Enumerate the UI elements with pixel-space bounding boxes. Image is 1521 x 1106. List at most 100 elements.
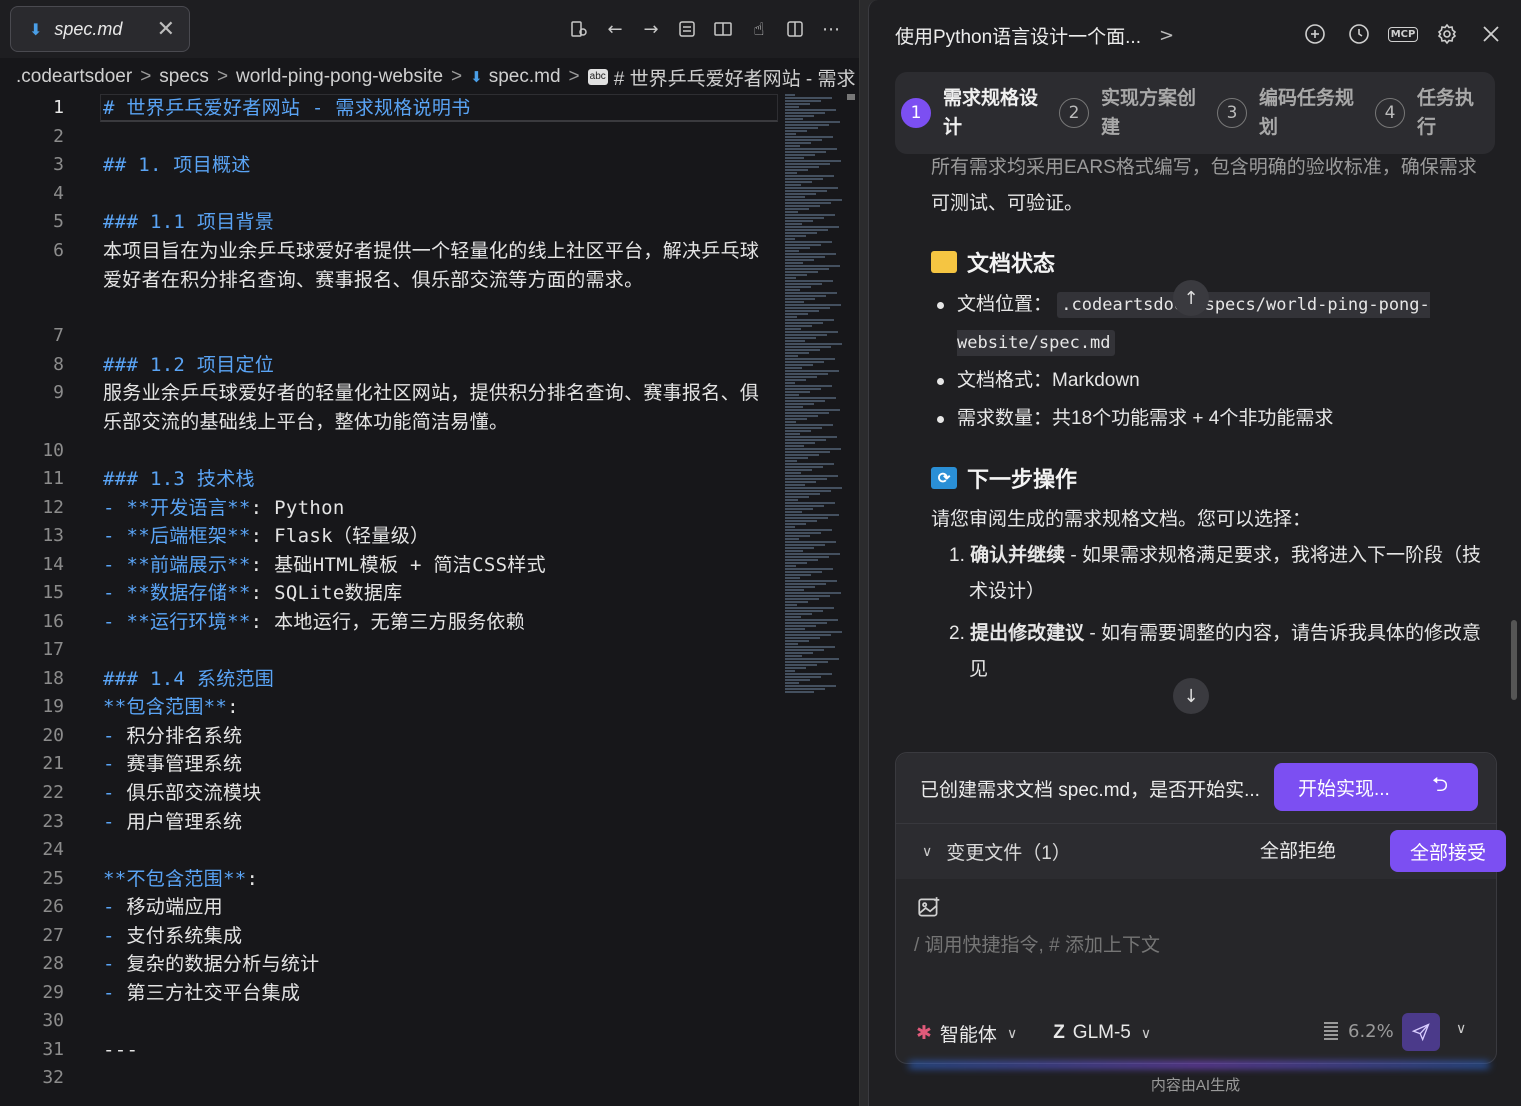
minimap-line bbox=[785, 394, 799, 396]
step-execute[interactable]: 4 任务执行 bbox=[1375, 84, 1485, 142]
accept-all-button[interactable]: 全部接受 bbox=[1390, 830, 1506, 872]
code-line[interactable]: 6 本项目旨在为业余乒乓球爱好者提供一个轻量化的线上社区平台，解决乒乓球爱好者在积… bbox=[0, 237, 780, 291]
start-implementation-button[interactable]: 开始实现... ⮌ bbox=[1274, 763, 1478, 811]
agent-selector[interactable]: ✱ 智能体 ∨ bbox=[916, 1020, 1017, 1047]
step-tasks[interactable]: 3 编码任务规划 bbox=[1217, 84, 1375, 142]
history-icon[interactable] bbox=[1346, 18, 1372, 50]
code-line[interactable]: 19 **包含范围**: bbox=[0, 693, 780, 721]
code-line[interactable]: 10 bbox=[0, 437, 780, 465]
minimap-line bbox=[785, 265, 840, 267]
chevron-down-icon[interactable]: ∨ bbox=[922, 844, 932, 860]
code-line[interactable]: 31 --- bbox=[0, 1036, 780, 1064]
breadcrumb-item[interactable]: world-ping-pong-website bbox=[236, 66, 443, 88]
symbol-string-icon: abc bbox=[587, 69, 608, 85]
breadcrumb-item[interactable]: # 世界乒乓爱好者网站 - 需求 bbox=[614, 64, 856, 91]
minimap-line bbox=[785, 187, 838, 189]
minimap-line bbox=[785, 457, 808, 459]
minimap-line bbox=[785, 286, 811, 288]
chevron-right-icon[interactable]: > bbox=[1159, 25, 1174, 46]
split-editor-icon[interactable] bbox=[784, 14, 806, 44]
model-selector[interactable]: Z GLM-5 ∨ bbox=[1053, 1022, 1151, 1044]
scroll-down-button[interactable]: ↓ bbox=[1173, 678, 1209, 714]
code-line[interactable]: 22 - 俱乐部交流模块 bbox=[0, 779, 780, 807]
code-line[interactable]: 24 bbox=[0, 836, 780, 864]
minimap[interactable] bbox=[785, 94, 845, 704]
more-icon[interactable]: ⋯ bbox=[820, 14, 842, 44]
minimap-line bbox=[785, 646, 835, 648]
breadcrumb-item[interactable]: specs bbox=[159, 66, 209, 88]
code-line[interactable]: 26 - 移动端应用 bbox=[0, 893, 780, 921]
code-line[interactable]: 13 - **后端框架**: Flask（轻量级） bbox=[0, 522, 780, 550]
breadcrumb-item[interactable]: spec.md bbox=[489, 66, 561, 88]
minimap-line bbox=[785, 337, 816, 339]
code-line[interactable]: 16 - **运行环境**: 本地运行，无第三方服务依赖 bbox=[0, 608, 780, 636]
step-design[interactable]: 2 实现方案创建 bbox=[1059, 84, 1217, 142]
code-line[interactable]: 15 - **数据存储**: SQLite数据库 bbox=[0, 579, 780, 607]
compare-icon[interactable] bbox=[568, 14, 590, 44]
code-line[interactable]: 29 - 第三方社交平台集成 bbox=[0, 979, 780, 1007]
chevron-down-icon[interactable]: ∨ bbox=[1456, 1021, 1466, 1037]
minimap-line bbox=[785, 637, 820, 639]
minimap-line bbox=[785, 145, 800, 147]
code-line[interactable]: 28 - 复杂的数据分析与统计 bbox=[0, 950, 780, 978]
breadcrumb-item[interactable]: .codeartsdoer bbox=[16, 66, 132, 88]
code-line[interactable]: 5 ### 1.1 项目背景 bbox=[0, 208, 780, 236]
code-line[interactable]: 4 bbox=[0, 180, 780, 208]
image-upload-icon[interactable] bbox=[916, 895, 944, 923]
code-line[interactable]: 11 ### 1.3 技术栈 bbox=[0, 465, 780, 493]
changed-files-label[interactable]: 变更文件（1） bbox=[946, 838, 1071, 865]
code-text: ### 1.4 系统范围 bbox=[103, 668, 275, 690]
code-line[interactable]: 12 - **开发语言**: Python bbox=[0, 494, 780, 522]
code-line[interactable]: 23 - 用户管理系统 bbox=[0, 808, 780, 836]
outline-icon[interactable] bbox=[676, 14, 698, 44]
editor-tab-spec[interactable]: ⬇ spec.md ✕ bbox=[10, 6, 190, 52]
scrollbar[interactable] bbox=[847, 94, 855, 100]
minimap-line bbox=[785, 130, 807, 132]
minimap-line bbox=[785, 274, 807, 276]
line-number: 2 bbox=[53, 126, 64, 147]
new-chat-icon[interactable] bbox=[1302, 18, 1328, 50]
step-number: 2 bbox=[1059, 98, 1089, 128]
code-line[interactable]: 27 - 支付系统集成 bbox=[0, 922, 780, 950]
code-line[interactable]: 30 bbox=[0, 1007, 780, 1035]
minimap-line bbox=[785, 169, 808, 171]
preview-icon[interactable] bbox=[712, 14, 734, 44]
scrollbar[interactable] bbox=[1511, 620, 1517, 700]
workflow-steps: 1 需求规格设计 2 实现方案创建 3 编码任务规划 4 任务执行 bbox=[895, 72, 1495, 154]
reject-all-button[interactable]: 全部拒绝 bbox=[1260, 836, 1336, 863]
hand-pointer-icon[interactable]: ☝ bbox=[748, 14, 770, 44]
code-line[interactable]: 9 服务业余乒乓球爱好者的轻量化社区网站，提供积分排名查询、赛事报名、俱乐部交流的… bbox=[0, 379, 780, 433]
section-title: 文档状态 bbox=[931, 246, 1496, 278]
minimap-line bbox=[785, 250, 799, 252]
code-line[interactable]: 20 - 积分排名系统 bbox=[0, 722, 780, 750]
code-line[interactable]: 25 **不包含范围**: bbox=[0, 865, 780, 893]
code-line[interactable]: 7 bbox=[0, 322, 780, 350]
minimap-line bbox=[785, 418, 807, 420]
code-line[interactable]: 2 bbox=[0, 123, 780, 151]
step-requirements[interactable]: 1 需求规格设计 bbox=[901, 84, 1059, 142]
close-icon[interactable]: ✕ bbox=[157, 17, 175, 42]
arrow-right-icon[interactable]: → bbox=[640, 14, 662, 44]
code-line[interactable]: 17 bbox=[0, 636, 780, 664]
minimap-line bbox=[785, 121, 840, 123]
code-line[interactable]: 3 ## 1. 项目概述 bbox=[0, 151, 780, 179]
gear-icon[interactable] bbox=[1434, 18, 1460, 50]
minimap-line bbox=[785, 196, 805, 198]
code-text-rest: 第三方社交平台集成 bbox=[126, 982, 301, 1004]
code-line[interactable]: 8 ### 1.2 项目定位 bbox=[0, 351, 780, 379]
scroll-up-button[interactable]: ↑ bbox=[1173, 280, 1209, 316]
chat-title[interactable]: 使用Python语言设计一个面... bbox=[895, 22, 1141, 49]
minimap-line bbox=[785, 349, 820, 351]
code-line[interactable]: 21 - 赛事管理系统 bbox=[0, 750, 780, 778]
send-button[interactable] bbox=[1402, 1013, 1440, 1051]
close-icon[interactable] bbox=[1478, 18, 1504, 50]
chat-prompt-input[interactable] bbox=[914, 935, 1474, 957]
line-number: 5 bbox=[53, 211, 64, 232]
code-line[interactable]: 18 ### 1.4 系统范围 bbox=[0, 665, 780, 693]
arrow-left-icon[interactable]: ← bbox=[604, 14, 626, 44]
code-line[interactable]: 32 bbox=[0, 1064, 780, 1092]
minimap-line bbox=[785, 370, 839, 372]
code-line[interactable]: 1 # 世界乒乓爱好者网站 - 需求规格说明书 bbox=[0, 94, 780, 122]
mcp-icon[interactable]: MCP bbox=[1387, 18, 1419, 50]
code-line[interactable]: 14 - **前端展示**: 基础HTML模板 + 简洁CSS样式 bbox=[0, 551, 780, 579]
